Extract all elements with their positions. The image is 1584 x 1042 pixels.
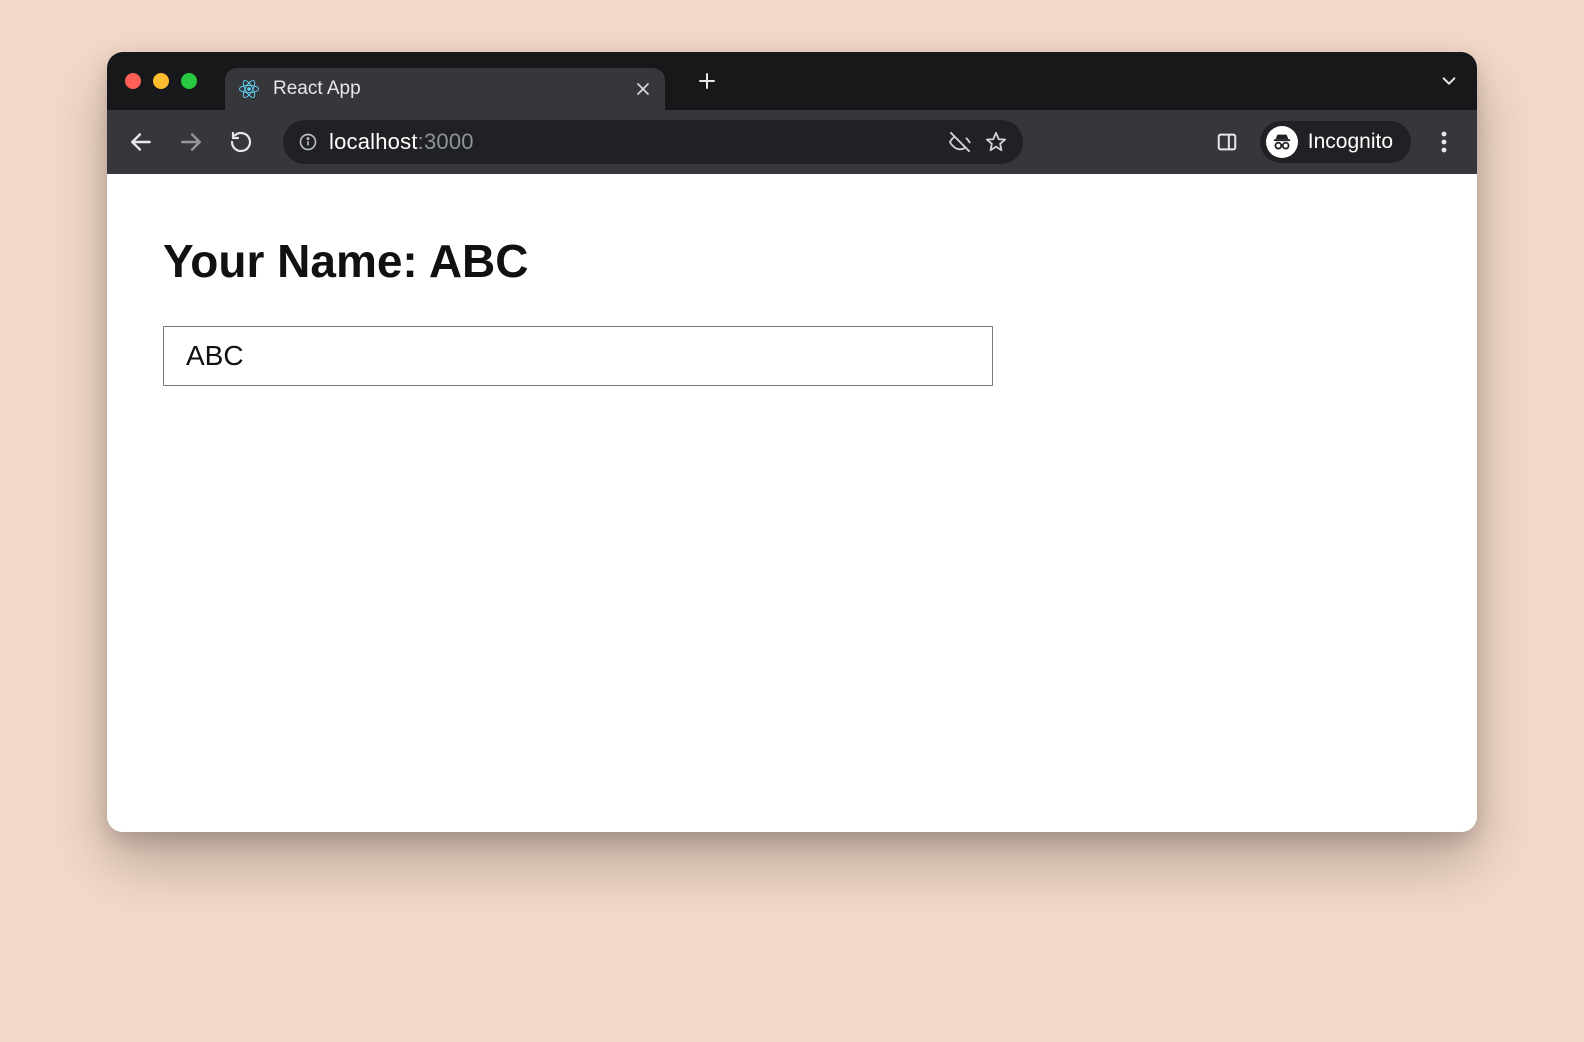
window-minimize-button[interactable] xyxy=(153,73,169,89)
window-controls xyxy=(125,73,197,89)
tab-overflow-button[interactable] xyxy=(1435,67,1463,95)
tab-close-icon[interactable] xyxy=(635,81,651,97)
tab-title: React App xyxy=(273,78,621,100)
window-close-button[interactable] xyxy=(125,73,141,89)
browser-toolbar: localhost:3000 xyxy=(107,110,1477,174)
url-host: localhost xyxy=(329,129,418,154)
window-maximize-button[interactable] xyxy=(181,73,197,89)
forward-button[interactable] xyxy=(175,126,207,158)
url-port: :3000 xyxy=(418,129,474,154)
heading-name-value: ABC xyxy=(429,235,529,287)
incognito-label: Incognito xyxy=(1308,130,1393,154)
new-tab-button[interactable] xyxy=(693,67,721,95)
site-info-icon[interactable] xyxy=(297,131,319,153)
browser-window: React App xyxy=(107,52,1477,832)
address-bar[interactable]: localhost:3000 xyxy=(283,120,1023,164)
url-text: localhost:3000 xyxy=(329,129,474,155)
incognito-icon xyxy=(1266,126,1298,158)
tab-strip: React App xyxy=(107,52,1477,110)
page-content: Your Name: ABC xyxy=(107,174,1477,832)
eye-off-icon[interactable] xyxy=(947,129,973,155)
heading-prefix: Your Name: xyxy=(163,235,429,287)
browser-tab[interactable]: React App xyxy=(225,68,665,110)
browser-menu-button[interactable] xyxy=(1429,127,1459,157)
page-title: Your Name: ABC xyxy=(163,234,1421,288)
incognito-profile-chip[interactable]: Incognito xyxy=(1260,121,1411,163)
react-favicon-icon xyxy=(239,79,259,99)
reload-button[interactable] xyxy=(225,126,257,158)
side-panel-icon[interactable] xyxy=(1212,127,1242,157)
back-button[interactable] xyxy=(125,126,157,158)
bookmark-star-icon[interactable] xyxy=(983,129,1009,155)
name-input[interactable] xyxy=(163,326,993,386)
